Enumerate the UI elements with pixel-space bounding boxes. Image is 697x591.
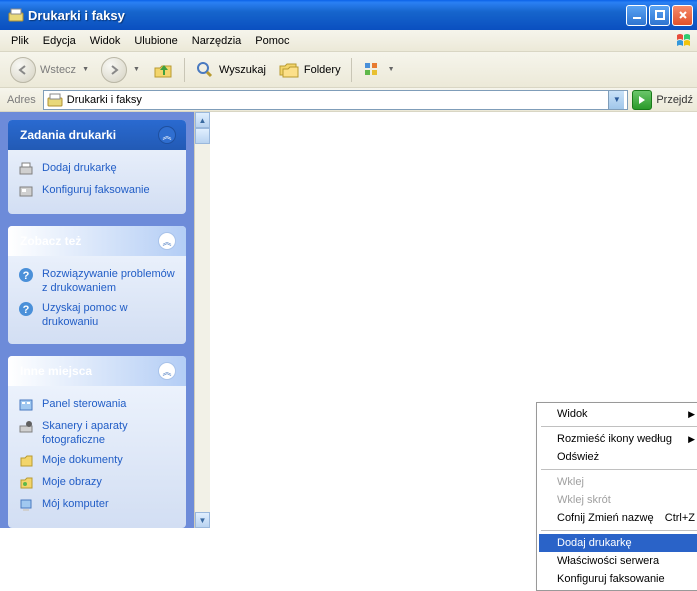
submenu-arrow-icon: ▶ xyxy=(688,409,695,420)
scanner-icon xyxy=(18,419,34,435)
chevron-down-icon: ▼ xyxy=(388,66,395,73)
documents-icon xyxy=(18,453,34,469)
collapse-icon: ︽ xyxy=(158,362,176,380)
task-get-print-help[interactable]: ? Uzyskaj pomoc w drukowaniu xyxy=(18,298,176,332)
task-scanners-cameras[interactable]: Skanery i aparaty fotograficzne xyxy=(18,416,176,450)
printers-folder-icon xyxy=(47,92,63,108)
up-button[interactable] xyxy=(148,56,178,84)
fax-config-icon xyxy=(18,183,34,199)
submenu-arrow-icon: ▶ xyxy=(688,434,695,445)
views-button[interactable]: ▼ xyxy=(358,57,399,83)
help-icon: ? xyxy=(18,301,34,317)
collapse-icon: ︽ xyxy=(158,232,176,250)
search-icon xyxy=(195,60,215,80)
panel-header-printer-tasks[interactable]: Zadania drukarki ︽ xyxy=(8,120,186,150)
content-area[interactable]: Widok ▶ Rozmieść ikony według ▶ Odśwież … xyxy=(210,112,697,528)
scroll-up-button[interactable]: ▲ xyxy=(195,112,210,128)
context-menu: Widok ▶ Rozmieść ikony według ▶ Odśwież … xyxy=(536,402,697,591)
task-add-printer[interactable]: Dodaj drukarkę xyxy=(18,158,176,180)
printer-add-icon xyxy=(18,161,34,177)
close-button[interactable] xyxy=(672,5,693,26)
ctx-undo-rename[interactable]: Cofnij Zmień nazwę Ctrl+Z xyxy=(539,509,697,527)
computer-icon xyxy=(18,497,34,513)
menu-file[interactable]: Plik xyxy=(4,32,36,50)
forward-button[interactable]: ▼ xyxy=(97,54,144,86)
separator xyxy=(541,426,697,427)
scroll-down-button[interactable]: ▼ xyxy=(195,512,210,528)
folder-up-icon xyxy=(152,59,174,81)
ctx-refresh[interactable]: Odśwież xyxy=(539,448,697,466)
back-icon xyxy=(10,57,36,83)
ctx-configure-fax[interactable]: Konfiguruj faksowanie xyxy=(539,570,697,588)
panel-other-places: Inne miejsca ︽ Panel sterowania Skanery … xyxy=(8,356,186,528)
address-label: Adres xyxy=(4,94,39,106)
menu-help[interactable]: Pomoc xyxy=(248,32,296,50)
ctx-paste-shortcut: Wklej skrót xyxy=(539,491,697,509)
sidebar-scrollbar[interactable]: ▲ ▼ xyxy=(194,112,210,528)
task-control-panel[interactable]: Panel sterowania xyxy=(18,394,176,416)
addressbar: Adres Drukarki i faksy ▼ Przejdź xyxy=(0,88,697,112)
arrow-right-icon xyxy=(636,94,648,106)
collapse-icon: ︽ xyxy=(158,126,176,144)
panel-header-other-places[interactable]: Inne miejsca ︽ xyxy=(8,356,186,386)
go-label: Przejdź xyxy=(656,94,693,106)
address-dropdown-button[interactable]: ▼ xyxy=(608,91,624,109)
scroll-thumb[interactable] xyxy=(195,128,210,144)
menu-tools[interactable]: Narzędzia xyxy=(185,32,249,50)
menubar: Plik Edycja Widok Ulubione Narzędzia Pom… xyxy=(0,30,697,52)
search-button[interactable]: Wyszukaj xyxy=(191,57,270,83)
views-icon xyxy=(362,60,382,80)
address-field[interactable]: Drukarki i faksy ▼ xyxy=(43,90,629,110)
ctx-view[interactable]: Widok ▶ xyxy=(539,405,697,423)
toolbar: Wstecz ▼ ▼ Wyszukaj Foldery ▼ xyxy=(0,52,697,88)
maximize-button[interactable] xyxy=(649,5,670,26)
printers-folder-icon xyxy=(8,7,24,23)
forward-icon xyxy=(101,57,127,83)
menu-favorites[interactable]: Ulubione xyxy=(127,32,184,50)
chevron-down-icon: ▼ xyxy=(82,66,89,73)
help-icon: ? xyxy=(18,267,34,283)
separator xyxy=(541,469,697,470)
task-my-computer[interactable]: Mój komputer xyxy=(18,494,176,516)
titlebar: Drukarki i faksy xyxy=(0,0,697,30)
menu-view[interactable]: Widok xyxy=(83,32,128,50)
windows-flag-icon xyxy=(675,32,693,50)
window-title: Drukarki i faksy xyxy=(28,8,626,23)
control-panel-icon xyxy=(18,397,34,413)
pictures-icon xyxy=(18,475,34,491)
task-my-documents[interactable]: Moje dokumenty xyxy=(18,450,176,472)
address-text: Drukarki i faksy xyxy=(67,94,605,106)
panel-see-also: Zobacz też ︽ ? Rozwiązywanie problemów z… xyxy=(8,226,186,344)
folders-button[interactable]: Foldery xyxy=(274,57,345,83)
svg-text:?: ? xyxy=(23,270,30,282)
back-button[interactable]: Wstecz ▼ xyxy=(6,54,93,86)
task-configure-fax[interactable]: Konfiguruj faksowanie xyxy=(18,180,176,202)
ctx-add-printer[interactable]: Dodaj drukarkę xyxy=(539,534,697,552)
separator xyxy=(351,58,352,82)
separator xyxy=(541,530,697,531)
task-troubleshoot-printing[interactable]: ? Rozwiązywanie problemów z drukowaniem xyxy=(18,264,176,298)
svg-text:?: ? xyxy=(23,304,30,316)
panel-header-see-also[interactable]: Zobacz też ︽ xyxy=(8,226,186,256)
ctx-paste: Wklej xyxy=(539,473,697,491)
panel-printer-tasks: Zadania drukarki ︽ Dodaj drukarkę Konfig… xyxy=(8,120,186,214)
minimize-button[interactable] xyxy=(626,5,647,26)
ctx-arrange-icons[interactable]: Rozmieść ikony według ▶ xyxy=(539,430,697,448)
tasks-sidebar: Zadania drukarki ︽ Dodaj drukarkę Konfig… xyxy=(0,112,194,528)
task-my-pictures[interactable]: Moje obrazy xyxy=(18,472,176,494)
ctx-server-properties[interactable]: Właściwości serwera xyxy=(539,552,697,570)
folders-icon xyxy=(278,60,300,80)
separator xyxy=(184,58,185,82)
go-button[interactable] xyxy=(632,90,652,110)
menu-edit[interactable]: Edycja xyxy=(36,32,83,50)
chevron-down-icon: ▼ xyxy=(133,66,140,73)
